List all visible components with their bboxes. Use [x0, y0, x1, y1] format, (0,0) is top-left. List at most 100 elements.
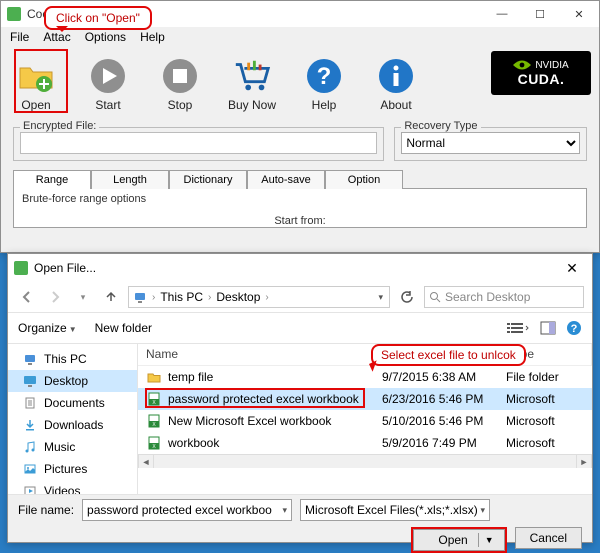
file-type: Microsoft — [506, 436, 592, 450]
downloads-icon — [22, 417, 38, 433]
crumb-desktop[interactable]: Desktop — [216, 290, 260, 304]
recent-button[interactable]: ▾ — [72, 286, 94, 308]
dialog-title: Open File... — [34, 261, 552, 275]
tab-length[interactable]: Length — [91, 170, 169, 189]
file-type: File folder — [506, 370, 592, 384]
recovery-type-label: Recovery Type — [401, 120, 480, 132]
tab-option[interactable]: Option — [325, 170, 403, 189]
tree-pictures[interactable]: Pictures — [8, 458, 137, 480]
view-options-button[interactable] — [506, 321, 530, 335]
folder-icon — [146, 369, 162, 385]
nvidia-cuda-badge: NVIDIA CUDA. — [491, 51, 591, 95]
search-input[interactable]: Search Desktop — [424, 286, 584, 308]
crumb-dropdown-icon[interactable]: ▾ — [376, 292, 385, 303]
organize-button[interactable]: Organize▼ — [18, 321, 77, 335]
pc-icon — [133, 290, 147, 304]
toolbar: Open Start Stop Buy Now ? Help About NVI… — [1, 47, 599, 121]
encrypted-file-input[interactable] — [20, 132, 377, 154]
play-icon — [88, 56, 128, 96]
pictures-icon — [22, 461, 38, 477]
close-button[interactable]: ✕ — [559, 3, 599, 25]
chevron-down-icon[interactable]: ▼ — [479, 535, 500, 545]
filename-label: File name: — [18, 503, 74, 517]
highlight-open-dialog-button: Open▼ — [411, 527, 506, 553]
tree-desktop[interactable]: Desktop — [8, 370, 137, 392]
cancel-dialog-button[interactable]: Cancel — [515, 527, 582, 549]
highlight-open-button — [14, 49, 68, 113]
tab-autosave[interactable]: Auto-save — [247, 170, 325, 189]
file-row[interactable]: XNew Microsoft Excel workbook5/10/2016 5… — [138, 410, 592, 432]
chevron-down-icon[interactable]: ▾ — [283, 505, 288, 516]
desktop-icon — [22, 373, 38, 389]
dialog-close-button[interactable]: ✕ — [552, 260, 592, 277]
folder-tree: This PC Desktop Documents Downloads Musi… — [8, 344, 138, 494]
dialog-titlebar: Open File... ✕ — [8, 254, 592, 282]
pc-icon — [22, 351, 38, 367]
file-row[interactable]: temp file9/7/2015 6:38 AMFile folder — [138, 366, 592, 388]
crumb-pc[interactable]: This PC — [160, 290, 203, 304]
file-row[interactable]: Xworkbook5/9/2016 7:49 PMMicrosoft — [138, 432, 592, 454]
encrypted-file-label: Encrypted File: — [20, 120, 99, 132]
menu-file[interactable]: File — [3, 28, 36, 46]
about-label: About — [380, 98, 411, 112]
recovery-type-group: Recovery Type Normal — [394, 127, 587, 161]
tab-dictionary[interactable]: Dictionary — [169, 170, 247, 189]
dialog-footer: File name: password protected excel work… — [8, 494, 592, 542]
scrollbar-horizontal[interactable]: ◄► — [138, 454, 592, 468]
tree-videos[interactable]: Videos — [8, 480, 137, 494]
breadcrumb[interactable]: › This PC › Desktop › ▾ — [128, 286, 390, 308]
brute-force-label: Brute-force range options — [22, 193, 578, 205]
preview-pane-button[interactable] — [540, 321, 556, 335]
file-type-filter[interactable]: Microsoft Excel Files(*.xls;*.xlsx)▾ — [300, 499, 490, 521]
open-dialog-button[interactable]: Open▼ — [413, 529, 504, 551]
highlight-selected-file — [145, 388, 365, 408]
back-button[interactable] — [16, 286, 38, 308]
stop-button[interactable]: Stop — [153, 51, 207, 117]
col-name[interactable]: Name — [138, 344, 376, 365]
tree-downloads[interactable]: Downloads — [8, 414, 137, 436]
tooltip-open: Click on "Open" — [44, 6, 152, 30]
encrypted-file-group: Encrypted File: — [13, 127, 384, 161]
help-icon-button[interactable]: ? — [566, 320, 582, 336]
about-button[interactable]: About — [369, 51, 423, 117]
maximize-button[interactable]: ☐ — [521, 3, 559, 25]
help-icon: ? — [304, 56, 344, 96]
stop-icon — [160, 56, 200, 96]
app-icon — [7, 7, 21, 21]
file-name: workbook — [168, 436, 382, 450]
tooltip-select-file: Select excel file to unlcok — [371, 344, 526, 366]
menu-help[interactable]: Help — [133, 28, 172, 46]
forward-button[interactable] — [44, 286, 66, 308]
start-button[interactable]: Start — [81, 51, 135, 117]
menu-options[interactable]: Options — [78, 28, 133, 46]
password-recovery-window: Coc uner — ☐ ✕ File Attac Options Help C… — [0, 0, 600, 253]
help-label: Help — [312, 98, 337, 112]
refresh-button[interactable] — [396, 286, 418, 308]
new-folder-button[interactable]: New folder — [95, 321, 152, 335]
tab-range[interactable]: Range — [13, 170, 91, 189]
tree-music[interactable]: Music — [8, 436, 137, 458]
filename-input[interactable]: password protected excel workboo▾ — [82, 499, 292, 521]
stop-label: Stop — [168, 98, 193, 112]
tabs: Range Length Dictionary Auto-save Option — [1, 169, 599, 188]
excel-icon: X — [146, 435, 162, 451]
file-list: Select excel file to unlcok Name e modif… — [138, 344, 592, 494]
minimize-button[interactable]: — — [483, 3, 521, 25]
file-type: Microsoft — [506, 392, 592, 406]
menubar: File Attac Options Help — [1, 27, 599, 47]
file-date: 9/7/2015 6:38 AM — [382, 370, 506, 384]
file-name: temp file — [168, 370, 382, 384]
info-icon — [376, 56, 416, 96]
buy-button[interactable]: Buy Now — [225, 51, 279, 117]
documents-icon — [22, 395, 38, 411]
help-button[interactable]: ? Help — [297, 51, 351, 117]
tree-this-pc[interactable]: This PC — [8, 348, 137, 370]
cart-icon — [232, 56, 272, 96]
up-button[interactable] — [100, 286, 122, 308]
nav-bar: ▾ › This PC › Desktop › ▾ Search Desktop — [8, 282, 592, 312]
tree-documents[interactable]: Documents — [8, 392, 137, 414]
recovery-type-select[interactable]: Normal — [401, 132, 580, 154]
chevron-down-icon[interactable]: ▾ — [481, 505, 486, 516]
svg-text:?: ? — [571, 323, 578, 335]
dialog-icon — [14, 261, 28, 275]
